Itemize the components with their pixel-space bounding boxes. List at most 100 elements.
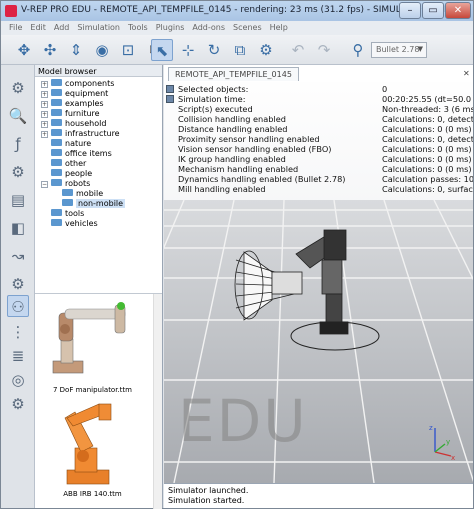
camera-shift-icon[interactable]: ⇕: [65, 39, 87, 61]
app-icon: [5, 5, 17, 17]
close-button[interactable]: ✕: [445, 2, 471, 19]
camera-icon[interactable]: ◎: [7, 369, 29, 391]
3d-viewport[interactable]: Selected objects: 0 Simulation time: 00:20…: [164, 82, 473, 483]
expander-icon[interactable]: +: [41, 121, 48, 128]
thumbnail-caption: 7 DoF manipulator.ttm: [52, 386, 132, 394]
folder-icon: [62, 199, 73, 206]
folder-icon: [51, 149, 62, 156]
physics-engine-select[interactable]: Bullet 2.78 ▼: [371, 42, 427, 58]
expander-icon[interactable]: +: [41, 91, 48, 98]
status-line: Simulator launched.: [168, 486, 249, 495]
manipulator-thumbnail[interactable]: [43, 299, 143, 379]
tree-item-selected[interactable]: non-mobile: [62, 199, 126, 209]
layers-icon[interactable]: ≣: [7, 345, 29, 367]
menu-simulation[interactable]: Simulation: [73, 21, 124, 32]
tree-item[interactable]: other: [51, 159, 86, 169]
camera-zoom-icon[interactable]: ◉: [91, 39, 113, 61]
tree-item[interactable]: nature: [51, 139, 91, 149]
gear-icon[interactable]: ⚙: [7, 161, 29, 183]
close-icon[interactable]: ✕: [463, 69, 471, 78]
tree-item[interactable]: + equipment: [41, 89, 108, 99]
camera-pan-icon[interactable]: ✥: [13, 39, 35, 61]
tree-item[interactable]: + household: [41, 119, 106, 129]
toggle-checkbox[interactable]: [166, 95, 174, 103]
folder-icon: [51, 129, 62, 136]
folder-icon: [62, 189, 73, 196]
info-row: Selected objects: 0: [166, 84, 471, 94]
expander-icon[interactable]: +: [41, 101, 48, 108]
menu-edit[interactable]: Edit: [26, 21, 50, 32]
tree-item[interactable]: + components: [41, 79, 114, 89]
model-browser-header: Model browser: [35, 65, 162, 77]
settings-icon[interactable]: ⚙: [7, 393, 29, 415]
hierarchy-icon[interactable]: ⋮: [7, 321, 29, 343]
simulation-settings-icon[interactable]: ⚙: [7, 77, 29, 99]
minimize-button[interactable]: –: [399, 2, 421, 19]
menu-tools[interactable]: Tools: [124, 21, 152, 32]
tree-item[interactable]: mobile: [62, 189, 103, 199]
search-icon[interactable]: 🔍: [7, 105, 29, 127]
menu-add[interactable]: Add: [50, 21, 74, 32]
folder-icon: [51, 119, 62, 126]
group-icon[interactable]: ⧉: [229, 39, 251, 61]
axis-x-label: x: [451, 454, 455, 462]
tree-item[interactable]: tools: [51, 209, 84, 219]
info-row: Proximity sensor handling enabled Calcula…: [178, 134, 473, 144]
tree-item[interactable]: + examples: [41, 99, 104, 109]
expander-icon[interactable]: +: [41, 81, 48, 88]
folder-icon: [51, 169, 62, 176]
folder-icon: [51, 139, 62, 146]
object-shift-icon[interactable]: ⊹: [177, 39, 199, 61]
camera-fit-icon[interactable]: ⊡: [117, 39, 139, 61]
joint-icon[interactable]: ⚙: [7, 273, 29, 295]
model-browser-icon[interactable]: ⚇: [7, 295, 29, 317]
ungroup-icon[interactable]: ⚙: [255, 39, 277, 61]
info-row: Simulation time: 00:20:25.55 (dt=50.0 m: [166, 94, 473, 104]
object-select-icon[interactable]: ⬉: [151, 39, 173, 61]
left-toolbar: ⚙ 🔍 ƒ ⚙ ▤ ◧ ↝ ⚙ ⚇ ⋮ ≣ ◎ ⚙: [1, 65, 35, 508]
folder-icon: [51, 99, 62, 106]
folder-icon: [51, 209, 62, 216]
scene-info-overlay: Selected objects: 0 Simulation time: 00:20…: [166, 84, 473, 194]
app-window: V-REP PRO EDU - REMOTE_API_TEMPFILE_0145…: [0, 0, 474, 509]
toggle-checkbox[interactable]: [166, 85, 174, 93]
menu-plugins[interactable]: Plugins: [152, 21, 189, 32]
expander-icon[interactable]: +: [41, 111, 48, 118]
folder-icon: [51, 159, 62, 166]
folder-icon: [51, 109, 62, 116]
tree-item[interactable]: office items: [51, 149, 112, 159]
redo-icon[interactable]: ↷: [313, 39, 335, 61]
axis-z-label: z: [429, 424, 433, 432]
tree-item[interactable]: − robots: [41, 179, 90, 189]
scrollbar[interactable]: [153, 294, 162, 509]
engine-icon[interactable]: ⚲: [347, 39, 369, 61]
document-icon[interactable]: ▤: [7, 189, 29, 211]
tree-item[interactable]: people: [51, 169, 92, 179]
tree-item[interactable]: vehicles: [51, 219, 98, 229]
info-row: IK group handling enabled Calculations: 0…: [178, 154, 472, 164]
tree-item[interactable]: + infrastructure: [41, 129, 120, 139]
expander-icon[interactable]: +: [41, 131, 48, 138]
maximize-button[interactable]: ▭: [422, 2, 444, 19]
undo-icon[interactable]: ↶: [287, 39, 309, 61]
menu-scenes[interactable]: Scenes: [229, 21, 266, 32]
folder-icon: [51, 219, 62, 226]
shape-icon[interactable]: ◧: [7, 217, 29, 239]
menu-file[interactable]: File: [1, 21, 26, 32]
object-rotate-icon[interactable]: ↻: [203, 39, 225, 61]
tab-scene[interactable]: REMOTE_API_TEMPFILE_0145: [168, 67, 299, 81]
path-icon[interactable]: ↝: [7, 245, 29, 267]
abb-robot-thumbnail[interactable]: [53, 400, 143, 490]
tree-item[interactable]: + furniture: [41, 109, 100, 119]
title-bar[interactable]: V-REP PRO EDU - REMOTE_API_TEMPFILE_0145…: [1, 1, 473, 21]
model-thumbnails: 7 DoF manipulator.ttm ABB IRB 140.ttm: [35, 293, 162, 509]
model-tree: + components + equipment + examples + furnit…: [35, 77, 162, 292]
expander-icon[interactable]: −: [41, 181, 48, 188]
menu-help[interactable]: Help: [266, 21, 292, 32]
menu-add-ons[interactable]: Add-ons: [188, 21, 229, 32]
function-icon[interactable]: ƒ: [7, 133, 29, 155]
camera-rotate-icon[interactable]: ✣: [39, 39, 61, 61]
folder-icon: [51, 89, 62, 96]
info-row: Mechanism handling enabled Calculations: …: [178, 164, 472, 174]
scene-area: REMOTE_API_TEMPFILE_0145 ✕ Selected obje…: [164, 65, 473, 483]
